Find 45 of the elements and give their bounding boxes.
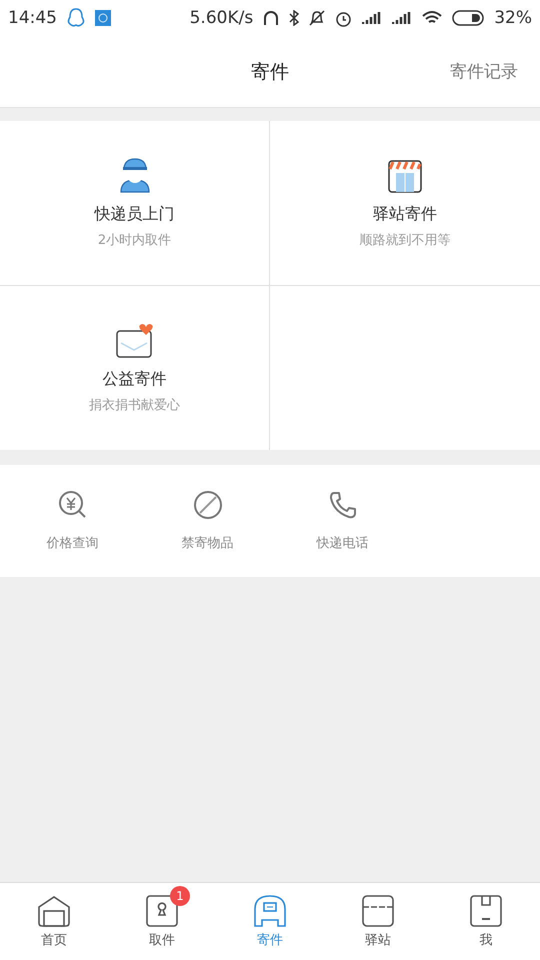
tab-label: 寄件 — [257, 932, 283, 948]
prohibited-icon — [192, 490, 222, 520]
tool-label[interactable]: 快递电话 — [316, 534, 368, 552]
count-badge: 1 — [170, 886, 190, 906]
tab-label: 取件 — [149, 932, 175, 948]
tool-label[interactable]: 禁寄物品 — [182, 534, 234, 552]
signal-icon — [362, 11, 382, 25]
alarm-icon — [335, 10, 352, 26]
tab-item[interactable]: 我 — [432, 883, 540, 960]
service-title[interactable]: 驿站寄件 — [373, 204, 437, 224]
mailbox-icon — [254, 894, 286, 926]
headphones-icon — [263, 10, 280, 26]
service-subtitle: 顺路就到不用等 — [360, 232, 450, 248]
service-subtitle: 捐衣捐书献爱心 — [89, 396, 180, 414]
tab-item[interactable]: 驿站 — [324, 883, 432, 960]
price-search-icon — [58, 490, 88, 520]
courier-icon — [118, 158, 150, 194]
battery-percent: 32% — [494, 8, 532, 28]
tab-item[interactable]: 首页 — [0, 883, 108, 960]
envelope-heart-icon — [114, 322, 154, 358]
phone-icon — [328, 490, 358, 520]
store-icon — [362, 894, 394, 926]
service-title[interactable]: 公益寄件 — [102, 368, 166, 390]
shop-icon — [387, 158, 423, 194]
tab-label: 驿站 — [365, 932, 391, 948]
penguin-icon — [67, 8, 85, 28]
status-time: 14:45 — [8, 8, 57, 28]
package-icon — [470, 894, 502, 926]
home-icon — [38, 894, 70, 926]
app-notification-icon — [95, 10, 111, 26]
tab-label: 我 — [480, 932, 492, 948]
page-title: 寄件 — [251, 60, 289, 84]
tab-label: 首页 — [41, 932, 67, 948]
network-speed: 5.60K/s — [190, 8, 254, 28]
tool-label[interactable]: 价格查询 — [46, 534, 98, 552]
keyhole-box-icon — [146, 894, 178, 926]
service-title[interactable]: 快递员上门 — [94, 204, 174, 224]
service-subtitle: 2小时内取件 — [98, 232, 172, 248]
battery-icon — [452, 10, 484, 26]
bluetooth-icon — [289, 10, 300, 26]
tab-item[interactable]: 寄件 — [216, 883, 324, 960]
signal-icon — [392, 11, 412, 25]
muted-bell-icon — [309, 10, 326, 26]
tab-item[interactable]: 1 取件 — [108, 883, 216, 960]
send-records-link[interactable]: 寄件记录 — [450, 60, 518, 83]
